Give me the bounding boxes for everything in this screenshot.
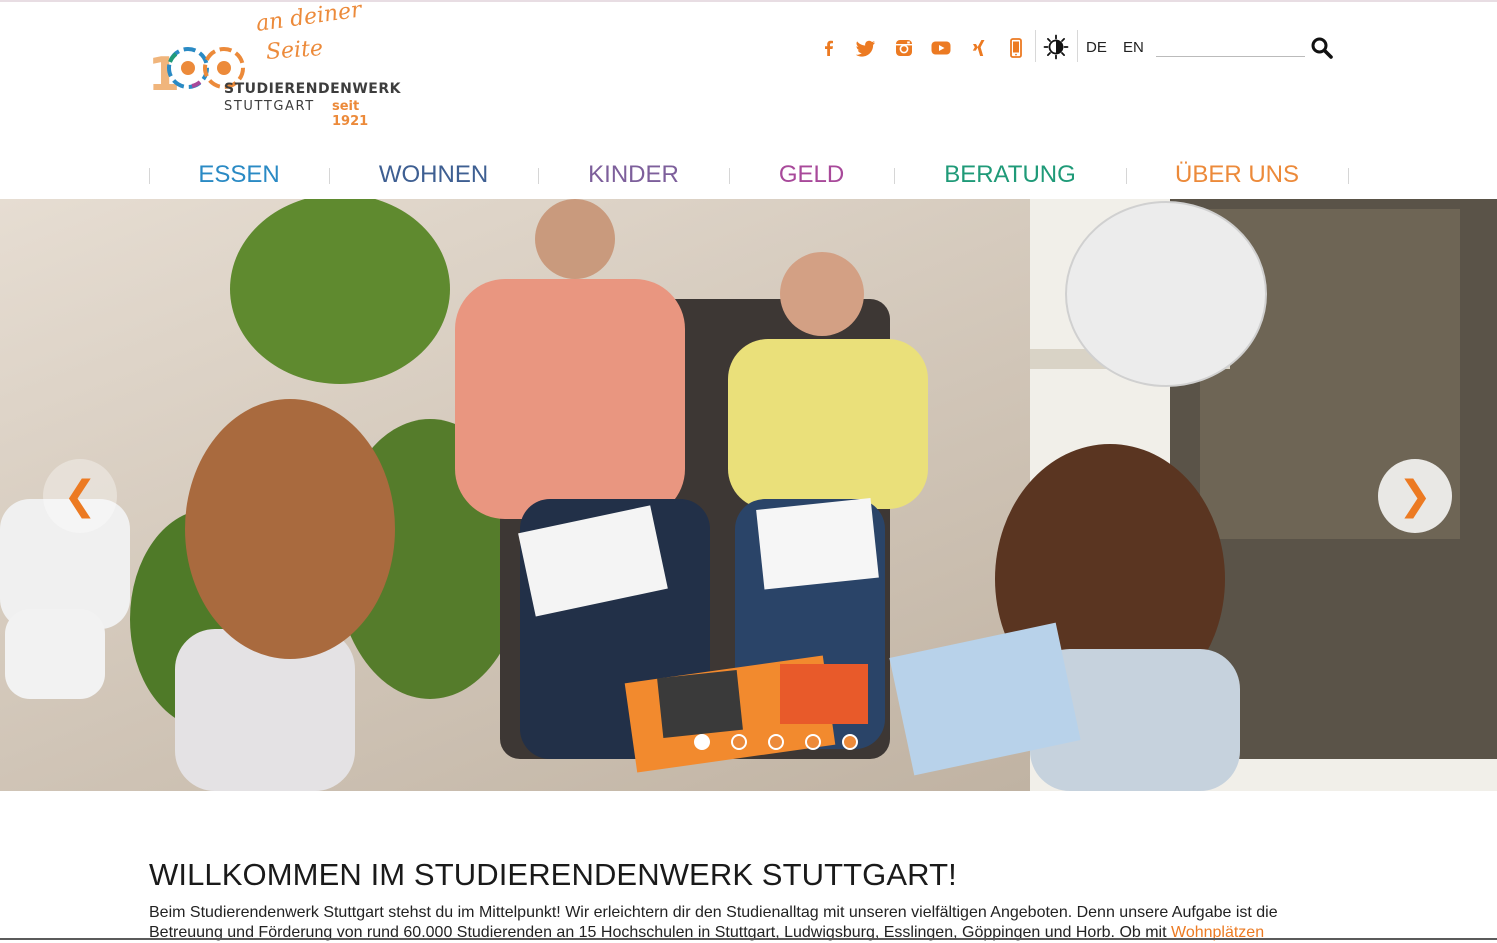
twitter-icon[interactable] (848, 36, 886, 60)
logo-slogan-line1: an deiner (254, 0, 364, 37)
hero-photo (0, 199, 1497, 791)
slider-prev-button[interactable]: ❮ (43, 459, 117, 533)
mobile-app-icon[interactable] (998, 36, 1036, 60)
intro-text: Beim Studierendenwerk Stuttgart stehst d… (149, 903, 1354, 943)
xing-icon[interactable] (960, 36, 998, 60)
nav-item-beratung[interactable]: BERATUNG (894, 160, 1126, 190)
intro-line1: Beim Studierendenwerk Stuttgart stehst d… (149, 904, 1278, 921)
slider-dot[interactable] (731, 734, 747, 750)
slider-next-button[interactable]: ❯ (1378, 459, 1452, 533)
search-icon (1311, 37, 1333, 59)
logo-brand: STUDIERENDENWERK (224, 81, 401, 97)
site-logo[interactable]: an deiner Seite 1 STUDIERENDENWERK STUTT… (148, 0, 401, 129)
logo-city: STUTTGART (224, 99, 315, 114)
instagram-icon[interactable] (885, 36, 923, 60)
slider-dot[interactable] (768, 734, 784, 750)
slider-dot[interactable] (805, 734, 821, 750)
nav-item-essen[interactable]: ESSEN (149, 160, 329, 190)
slider-pagination (694, 734, 858, 750)
nav-item-wohnen[interactable]: WOHNEN (329, 160, 538, 190)
slider-dot[interactable] (842, 734, 858, 750)
nav-divider (1348, 168, 1349, 184)
toolbar-divider (1077, 30, 1078, 62)
toolbar-divider (1035, 30, 1036, 62)
contrast-toggle[interactable] (1043, 34, 1069, 60)
search-input[interactable] (1156, 36, 1305, 57)
hero-slider: ❮ ❯ (0, 199, 1497, 791)
contrast-icon (1043, 34, 1069, 60)
nav-item-ueber-uns[interactable]: ÜBER UNS (1126, 160, 1348, 190)
logo-since: seit 1921 (332, 99, 369, 129)
welcome-heading: WILLKOMMEN IM STUDIERENDENWERK STUTTGART… (149, 857, 957, 892)
slider-dot[interactable] (694, 734, 710, 750)
lang-de[interactable]: DE (1086, 39, 1107, 56)
lang-en[interactable]: EN (1123, 39, 1144, 56)
social-links (810, 36, 1035, 60)
top-border (0, 0, 1497, 2)
youtube-icon[interactable] (923, 36, 961, 60)
nav-item-geld[interactable]: GELD (729, 160, 894, 190)
main-navigation: ESSEN WOHNEN KINDER GELD BERATUNG ÜBER U… (148, 160, 1350, 190)
logo-slogan-line2: Seite (265, 36, 324, 65)
nav-item-kinder[interactable]: KINDER (538, 160, 729, 190)
facebook-icon[interactable] (810, 36, 848, 60)
search-button[interactable] (1310, 36, 1334, 60)
